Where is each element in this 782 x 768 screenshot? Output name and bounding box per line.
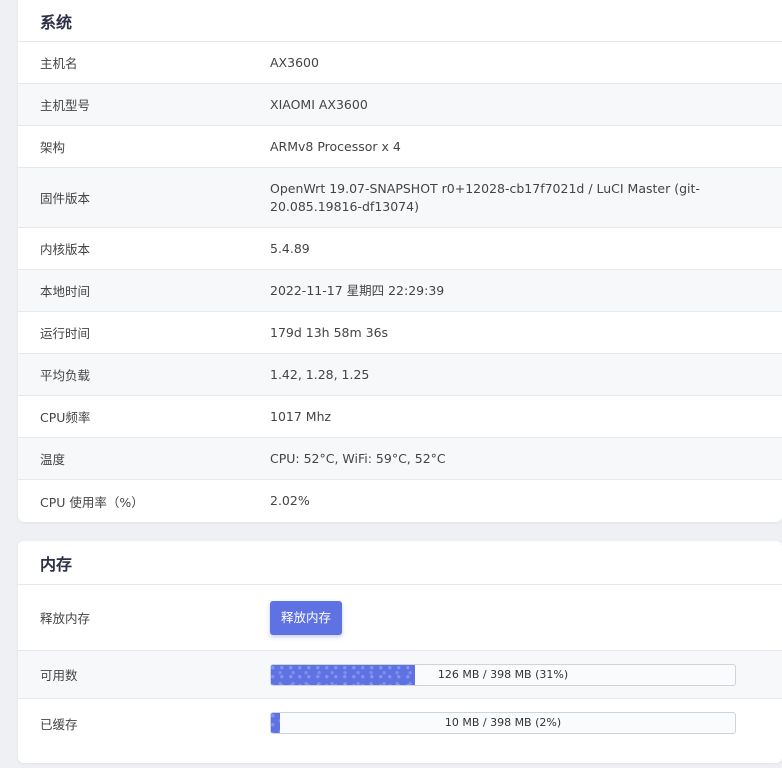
memory-card: 内存 释放内存 释放内存 可用数 126 MB / 398 MB (31%) 已…	[18, 541, 782, 763]
available-memory-progress: 126 MB / 398 MB (31%)	[270, 663, 736, 686]
row-release-memory: 释放内存 释放内存	[18, 585, 782, 651]
row-value: 5.4.89	[270, 240, 310, 256]
row-kernel: 内核版本 5.4.89	[18, 228, 782, 270]
row-value: 2.02%	[270, 493, 310, 508]
row-label: 可用数	[40, 668, 78, 683]
row-local-time: 本地时间 2022-11-17 星期四 22:29:39	[18, 270, 782, 312]
row-value: CPU: 52°C, WiFi: 59°C, 52°C	[270, 450, 446, 466]
cached-memory-progress: 10 MB / 398 MB (2%)	[270, 712, 736, 734]
row-value: 1.42, 1.28, 1.25	[270, 366, 370, 382]
row-cpu-usage: CPU 使用率（%） 2.02%	[18, 480, 782, 522]
row-temperature: 温度 CPU: 52°C, WiFi: 59°C, 52°C	[18, 438, 782, 480]
row-firmware: 固件版本 OpenWrt 19.07-SNAPSHOT r0+12028-cb1…	[18, 168, 782, 228]
row-architecture: 架构 ARMv8 Processor x 4	[18, 126, 782, 168]
row-uptime: 运行时间 179d 13h 58m 36s	[18, 312, 782, 354]
row-label: 已缓存	[40, 716, 78, 732]
row-label: 平均负载	[40, 368, 91, 383]
row-label: 温度	[40, 452, 66, 467]
row-load-average: 平均负载 1.42, 1.28, 1.25	[18, 354, 782, 396]
row-label: 内核版本	[40, 242, 91, 257]
row-value: 2022-11-17 星期四 22:29:39	[270, 282, 445, 298]
row-label: 主机名	[40, 56, 78, 71]
row-available-memory: 可用数 126 MB / 398 MB (31%)	[18, 651, 782, 699]
row-label: 本地时间	[40, 284, 91, 299]
row-value: XIAOMI AX3600	[270, 96, 368, 112]
row-label: 主机型号	[40, 98, 91, 113]
row-label: CPU 使用率（%）	[40, 494, 144, 510]
row-value: AX3600	[270, 54, 319, 70]
row-label: 运行时间	[40, 326, 91, 341]
row-cached-memory: 已缓存 10 MB / 398 MB (2%)	[18, 699, 782, 747]
row-label: 固件版本	[40, 191, 91, 206]
row-value: 1017 Mhz	[270, 408, 332, 424]
progress-text: 126 MB / 398 MB (31%)	[437, 667, 569, 681]
progress-text: 10 MB / 398 MB (2%)	[444, 716, 562, 729]
release-memory-button[interactable]: 释放内存	[270, 600, 342, 635]
row-label: 架构	[40, 140, 66, 155]
row-cpu-frequency: CPU频率 1017 Mhz	[18, 396, 782, 438]
system-card-title: 系统	[18, 0, 782, 42]
row-value: OpenWrt 19.07-SNAPSHOT r0+12028-cb17f702…	[270, 180, 700, 214]
memory-card-title: 内存	[18, 541, 782, 585]
row-model: 主机型号 XIAOMI AX3600	[18, 84, 782, 126]
row-value: 179d 13h 58m 36s	[270, 324, 389, 340]
row-value: 10 MB / 398 MB (2%)	[270, 712, 782, 734]
row-hostname: 主机名 AX3600	[18, 42, 782, 84]
row-label: CPU频率	[40, 410, 91, 425]
row-value: 126 MB / 398 MB (31%)	[270, 663, 782, 686]
row-value: 释放内存	[270, 600, 782, 635]
row-value: ARMv8 Processor x 4	[270, 138, 401, 154]
row-label: 释放内存	[40, 611, 91, 626]
system-card: 系统 主机名 AX3600 主机型号 XIAOMI AX3600 架构 ARMv…	[18, 0, 782, 522]
